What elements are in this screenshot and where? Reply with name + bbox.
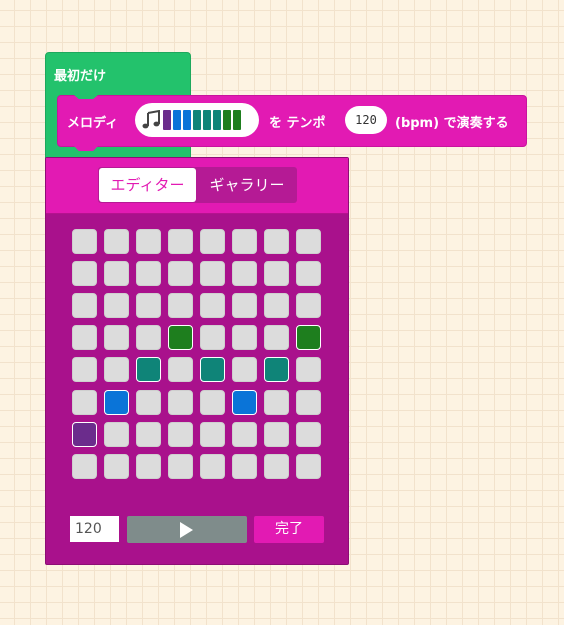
note-cell[interactable] bbox=[232, 229, 257, 254]
note-cell-active[interactable] bbox=[168, 325, 193, 350]
note-cell-active[interactable] bbox=[296, 325, 321, 350]
note-cell[interactable] bbox=[136, 422, 161, 447]
tab-editor[interactable]: エディター bbox=[99, 168, 196, 202]
note-cell-active[interactable] bbox=[232, 390, 257, 415]
note-cell[interactable] bbox=[296, 229, 321, 254]
note-cell[interactable] bbox=[136, 293, 161, 318]
editor-header: エディター ギャラリー bbox=[46, 158, 348, 214]
note-cell[interactable] bbox=[232, 422, 257, 447]
note-cell[interactable] bbox=[200, 293, 225, 318]
note-cell[interactable] bbox=[72, 390, 97, 415]
note-cell[interactable] bbox=[168, 293, 193, 318]
note-cell[interactable] bbox=[136, 325, 161, 350]
melody-label: メロディ bbox=[67, 116, 119, 131]
note-cell-active[interactable] bbox=[264, 357, 289, 382]
note-cell[interactable] bbox=[296, 454, 321, 479]
note-cell[interactable] bbox=[104, 261, 129, 286]
note-cell[interactable] bbox=[72, 293, 97, 318]
editor-tabs: エディター ギャラリー bbox=[98, 167, 297, 203]
note-cell[interactable] bbox=[264, 229, 289, 254]
melody-preview-cell bbox=[233, 110, 241, 130]
note-cell[interactable] bbox=[136, 454, 161, 479]
note-cell-active[interactable] bbox=[200, 357, 225, 382]
melody-preview-cell bbox=[223, 110, 231, 130]
note-cell[interactable] bbox=[72, 357, 97, 382]
note-cell[interactable] bbox=[136, 261, 161, 286]
note-cell[interactable] bbox=[232, 261, 257, 286]
note-cell[interactable] bbox=[296, 357, 321, 382]
note-cell[interactable] bbox=[232, 293, 257, 318]
bpm-label: (bpm) で演奏する bbox=[395, 116, 509, 131]
note-cell[interactable] bbox=[264, 325, 289, 350]
note-cell[interactable] bbox=[200, 422, 225, 447]
note-cell[interactable] bbox=[264, 422, 289, 447]
note-cell[interactable] bbox=[168, 454, 193, 479]
note-cell[interactable] bbox=[296, 422, 321, 447]
tempo-field[interactable]: 120 bbox=[345, 106, 387, 134]
note-cell-active[interactable] bbox=[72, 422, 97, 447]
note-cell[interactable] bbox=[232, 325, 257, 350]
note-cell[interactable] bbox=[296, 293, 321, 318]
note-cell[interactable] bbox=[104, 422, 129, 447]
note-cell[interactable] bbox=[264, 261, 289, 286]
music-note-icon bbox=[142, 110, 160, 129]
note-cell[interactable] bbox=[200, 261, 225, 286]
note-cell[interactable] bbox=[168, 229, 193, 254]
note-cell[interactable] bbox=[168, 422, 193, 447]
note-cell[interactable] bbox=[264, 454, 289, 479]
done-button[interactable]: 完了 bbox=[254, 516, 324, 543]
on-start-label: 最初だけ bbox=[54, 69, 107, 84]
note-cell[interactable] bbox=[72, 261, 97, 286]
note-cell[interactable] bbox=[168, 357, 193, 382]
note-cell[interactable] bbox=[104, 293, 129, 318]
note-cell[interactable] bbox=[200, 454, 225, 479]
melody-preview-cell bbox=[173, 110, 181, 130]
note-cell[interactable] bbox=[72, 454, 97, 479]
note-cell[interactable] bbox=[136, 390, 161, 415]
note-cell[interactable] bbox=[232, 357, 257, 382]
note-cell[interactable] bbox=[104, 229, 129, 254]
play-button[interactable] bbox=[127, 516, 247, 543]
note-cell[interactable] bbox=[168, 261, 193, 286]
tempo-input[interactable] bbox=[70, 516, 119, 542]
note-cell[interactable] bbox=[296, 261, 321, 286]
note-cell[interactable] bbox=[200, 390, 225, 415]
note-cell[interactable] bbox=[200, 229, 225, 254]
note-cell[interactable] bbox=[72, 325, 97, 350]
play-melody-block[interactable]: メロディ を テンポ 120 (bpm) で演奏する bbox=[57, 95, 527, 151]
note-cell[interactable] bbox=[168, 390, 193, 415]
tab-gallery[interactable]: ギャラリー bbox=[198, 168, 296, 202]
note-cell[interactable] bbox=[136, 229, 161, 254]
melody-preview-cell bbox=[183, 110, 191, 130]
melody-preview-cell bbox=[193, 110, 201, 130]
melody-field[interactable] bbox=[135, 103, 259, 137]
note-cell[interactable] bbox=[104, 454, 129, 479]
tempo-label: を テンポ bbox=[269, 116, 326, 131]
play-icon bbox=[180, 522, 193, 538]
melody-preview-cell bbox=[163, 110, 171, 130]
note-cell[interactable] bbox=[104, 357, 129, 382]
note-cell[interactable] bbox=[296, 390, 321, 415]
note-cell[interactable] bbox=[200, 325, 225, 350]
note-cell[interactable] bbox=[104, 325, 129, 350]
note-cell[interactable] bbox=[72, 229, 97, 254]
melody-editor: エディター ギャラリー 完了 bbox=[45, 157, 349, 565]
note-cell-active[interactable] bbox=[104, 390, 129, 415]
note-cell[interactable] bbox=[232, 454, 257, 479]
note-cell[interactable] bbox=[264, 390, 289, 415]
note-cell-active[interactable] bbox=[136, 357, 161, 382]
block-notch bbox=[74, 95, 98, 99]
note-cell[interactable] bbox=[264, 293, 289, 318]
melody-preview-cell bbox=[213, 110, 221, 130]
melody-preview-cell bbox=[203, 110, 211, 130]
